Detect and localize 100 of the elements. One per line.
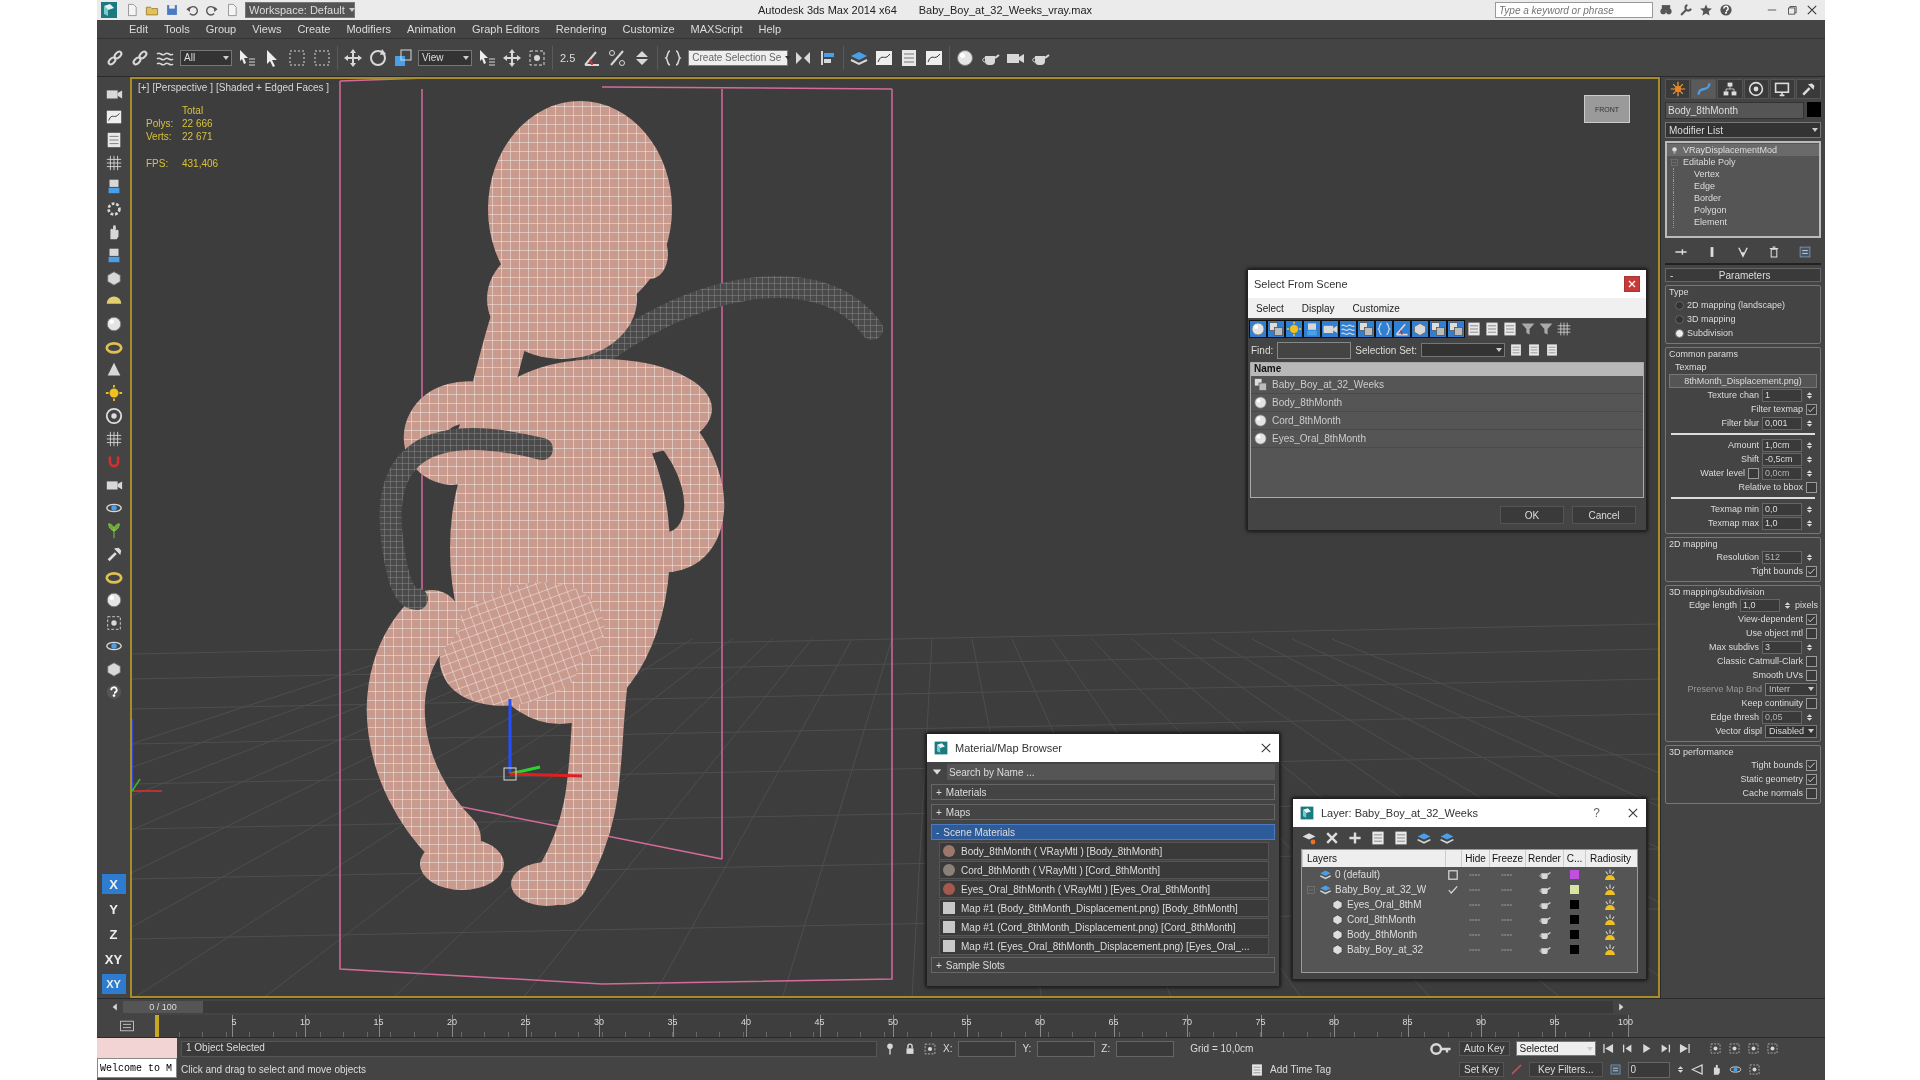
sun-rays-icon[interactable] — [1603, 867, 1617, 882]
link-icon[interactable] — [105, 47, 125, 68]
spinner-arrows-icon[interactable] — [1805, 712, 1814, 722]
checkbox[interactable] — [1806, 481, 1817, 493]
dialog-button[interactable]: OK — [1500, 506, 1564, 524]
material-row[interactable]: Map #1 (Eyes_Oral_8thMonth_Displacement.png) [Eyes_Oral_... — [939, 937, 1269, 955]
box-icon[interactable] — [104, 660, 123, 678]
frame-field[interactable]: 0 — [1627, 1061, 1670, 1078]
checkbox[interactable] — [1806, 613, 1817, 625]
section-header[interactable]: + Maps — [931, 804, 1275, 820]
shapes-icon[interactable] — [1268, 321, 1284, 337]
column-header[interactable]: Hide — [1461, 850, 1489, 867]
move-icon[interactable] — [343, 47, 363, 68]
menu-item[interactable]: Modifiers — [338, 23, 400, 35]
filter-icon[interactable] — [1520, 321, 1536, 337]
check-icon[interactable] — [1447, 883, 1459, 896]
close-icon[interactable] — [1626, 806, 1640, 820]
panel-tab[interactable] — [1691, 79, 1717, 99]
sphere-icon[interactable] — [1250, 321, 1266, 337]
color-swatch[interactable] — [1569, 915, 1579, 924]
viewport-menu[interactable]: [+] — [138, 82, 150, 93]
menu-item[interactable]: Group — [197, 23, 245, 35]
dashed-square-icon[interactable] — [287, 47, 307, 68]
disc-icon[interactable] — [104, 407, 123, 425]
color-swatch[interactable] — [1569, 870, 1579, 879]
coordinate-field[interactable] — [1116, 1040, 1175, 1057]
number-field[interactable]: 0,001 — [1762, 416, 1802, 430]
auto-key-button[interactable]: Auto Key — [1459, 1041, 1510, 1056]
spinner-arrows-icon[interactable] — [1783, 600, 1792, 610]
selection-filter-dropdown[interactable]: All — [180, 49, 232, 66]
go-to-end-icon[interactable] — [1677, 1042, 1691, 1055]
camera-icon[interactable] — [1322, 321, 1338, 337]
brackets-icon[interactable] — [1376, 321, 1392, 337]
menu-item[interactable]: Animation — [399, 23, 464, 35]
checkbox[interactable] — [1806, 669, 1817, 681]
mesh-icon[interactable] — [104, 430, 123, 448]
object-color-swatch[interactable] — [1807, 102, 1821, 117]
checkbox[interactable] — [1806, 697, 1817, 709]
number-field[interactable]: 1 — [1762, 388, 1802, 402]
layer-name-cell[interactable]: Body_8thMonth — [1302, 927, 1445, 942]
close-icon[interactable] — [1805, 3, 1819, 17]
sun-rays-icon[interactable] — [1603, 942, 1617, 957]
checkbox[interactable] — [1806, 655, 1817, 667]
workspace-dropdown[interactable]: Workspace: Default — [245, 2, 355, 18]
viewport[interactable] — [130, 77, 1660, 998]
menu-item[interactable]: Edit — [121, 23, 156, 35]
menu-item[interactable]: Create — [289, 23, 339, 35]
previous-frame-icon[interactable] — [1620, 1042, 1634, 1055]
layer-name-cell[interactable]: Cord_8thMonth — [1302, 912, 1445, 927]
material-row[interactable]: Cord_8thMonth ( VRayMtl ) [Cord_8thMonth] — [939, 861, 1269, 879]
column-header[interactable]: Freeze — [1489, 850, 1525, 867]
object-name-field[interactable]: Body_8thMonth — [1665, 102, 1804, 119]
panel-tab[interactable] — [1717, 79, 1743, 99]
grid-icon[interactable] — [104, 154, 123, 172]
viewport-menu[interactable]: [Perspective ] — [152, 82, 213, 93]
color-swatch[interactable] — [1569, 885, 1579, 894]
texmap-button[interactable]: 8thMonth_Displacement.png) — [1669, 374, 1817, 388]
add-time-tag-button[interactable]: Add Time Tag — [1270, 1064, 1331, 1075]
material-row[interactable]: Body_8thMonth ( VRayMtl ) [Body_8thMonth] — [939, 842, 1269, 860]
rotate-icon[interactable] — [368, 47, 388, 68]
layer-name-cell[interactable]: Baby_Boy_at_32_W — [1302, 882, 1445, 897]
spinner-arrows-icon[interactable] — [1805, 642, 1814, 652]
binoculars-icon[interactable] — [1659, 3, 1673, 17]
app-logo-icon[interactable] — [99, 0, 119, 20]
layer-name-cell[interactable]: Eyes_Oral_8thM — [1302, 897, 1445, 912]
close-icon[interactable] — [1259, 741, 1273, 755]
restore-icon[interactable] — [1785, 3, 1799, 17]
scene-object-row[interactable]: Baby_Boy_at_32_Weeks — [1251, 376, 1643, 394]
search-field[interactable]: Type a keyword or phrase — [1495, 2, 1653, 18]
coordinate-field[interactable] — [1037, 1040, 1096, 1057]
column-header[interactable]: C... — [1563, 850, 1585, 867]
checkbox[interactable] — [1806, 403, 1817, 415]
search-field[interactable]: Search by Name ... — [947, 764, 1275, 780]
checkbox[interactable] — [1806, 773, 1817, 785]
menu-item[interactable]: Display — [1301, 302, 1335, 314]
material-row[interactable]: Map #1 (Cord_8thMonth_Displacement.png) [Cord_8thMonth] — [939, 918, 1269, 936]
cursor-list-icon[interactable] — [237, 47, 257, 68]
menu-item[interactable]: Help — [750, 23, 790, 35]
checkbox[interactable] — [1806, 759, 1817, 771]
radio-button[interactable] — [1675, 328, 1684, 338]
undo-icon[interactable] — [185, 3, 199, 17]
number-field[interactable]: 1,0cm — [1762, 438, 1802, 452]
set-key-button[interactable]: Set Key — [1459, 1062, 1505, 1077]
number-field[interactable]: -0,5cm — [1762, 452, 1802, 466]
dropdown[interactable]: Disabled — [1765, 724, 1817, 738]
menu-item[interactable]: Select — [1256, 302, 1284, 314]
spinner-arrows-icon[interactable] — [1805, 518, 1814, 528]
material-sphere-icon[interactable] — [955, 47, 976, 68]
spinner-arrows-icon[interactable] — [1805, 454, 1814, 464]
help-icon[interactable] — [104, 683, 123, 701]
number-field[interactable]: 1,0 — [1740, 598, 1780, 612]
axis-constraint-button[interactable]: X — [101, 874, 126, 894]
ball-icon[interactable] — [104, 591, 123, 609]
color-swatch[interactable] — [1569, 900, 1579, 909]
material-row[interactable]: Map #1 (Body_8thMonth_Displacement.png) [Body_8thMonth] — [939, 899, 1269, 917]
number-field[interactable]: 1,0 — [1762, 516, 1802, 530]
light-bulb-icon[interactable] — [1670, 145, 1679, 155]
spinner-arrows-icon[interactable] — [1805, 552, 1814, 562]
redo-icon[interactable] — [205, 3, 219, 17]
sun-rays-icon[interactable] — [1603, 897, 1617, 912]
